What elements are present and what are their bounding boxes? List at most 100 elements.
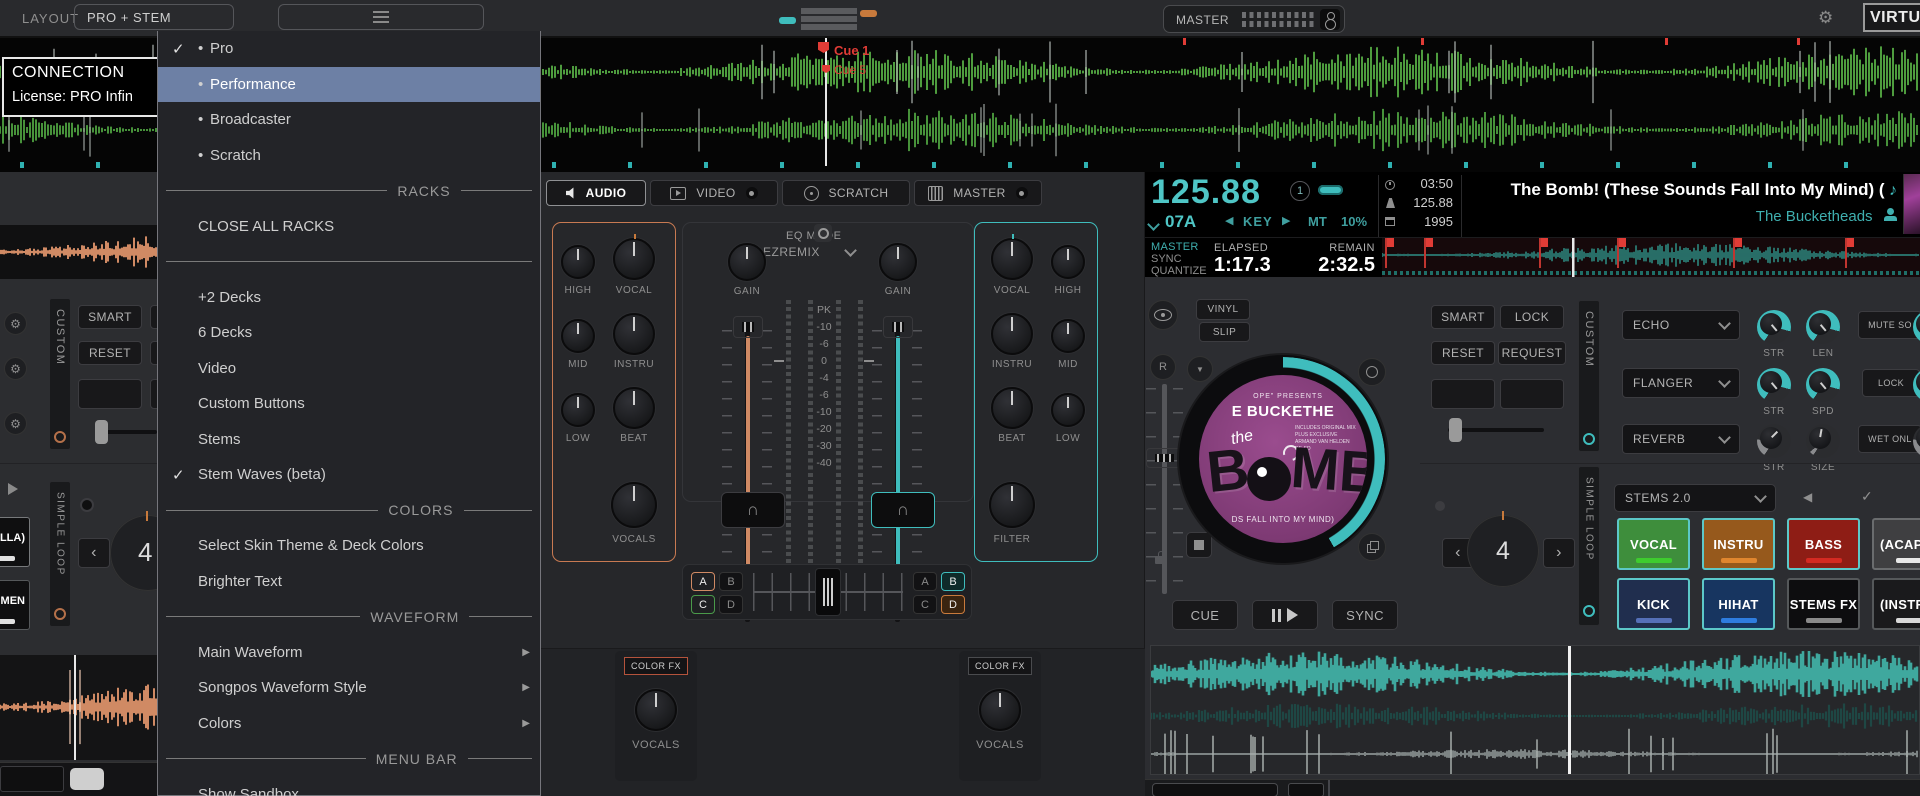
deck2-fx-slider-track[interactable]: [1448, 428, 1544, 432]
sync-button[interactable]: SYNC: [1332, 600, 1398, 630]
bottom-box[interactable]: [1152, 783, 1278, 796]
tab-video[interactable]: VIDEO: [650, 180, 778, 206]
deck2-eq-mid-knob[interactable]: [1051, 319, 1085, 353]
deck2-custom-tab[interactable]: CUSTOM: [1578, 300, 1600, 452]
deck2-headphone-cue-button[interactable]: ∩: [871, 492, 935, 528]
deck2-pad-button[interactable]: [1431, 379, 1495, 409]
fx2-mode-button[interactable]: LOCK: [1862, 369, 1920, 397]
deck2-simple-loop-tab[interactable]: SIMPLE LOOP: [1578, 466, 1600, 626]
deck1-pad-button[interactable]: [78, 379, 142, 409]
menu-item-performance[interactable]: •Performance: [158, 67, 540, 103]
xfader-assign-c-right[interactable]: C: [913, 595, 937, 614]
menu-item-stem-waves[interactable]: ✓Stem Waves (beta): [158, 457, 540, 493]
deck1-fx-slider-handle[interactable]: [95, 420, 108, 444]
deck2-loop-double-button[interactable]: ›: [1543, 538, 1575, 568]
eye-view-button[interactable]: [1148, 300, 1178, 330]
menu-item-songpos-waveform-style[interactable]: Songpos Waveform Style▶: [158, 670, 540, 706]
play-pause-button[interactable]: [1252, 600, 1318, 630]
menu-item-brighter-text[interactable]: Brighter Text: [158, 564, 540, 600]
deck2-eq-low-knob[interactable]: [1051, 393, 1085, 427]
deck2-smart-button[interactable]: SMART: [1431, 305, 1495, 329]
fx2-strength-knob[interactable]: [1757, 368, 1791, 402]
deck1-colorfx-select[interactable]: COLOR FX: [624, 657, 688, 675]
key-chevron-icon[interactable]: [1149, 216, 1158, 234]
copy-stack-button[interactable]: [1358, 533, 1386, 561]
master-volume-box[interactable]: MASTER: [1163, 5, 1345, 33]
menu-item-broadcaster[interactable]: •Broadcaster: [158, 102, 540, 138]
xfader-assign-c-left[interactable]: C: [691, 595, 715, 614]
deck2-fx-slider-handle[interactable]: [1449, 418, 1462, 442]
deck2-stem-instru-knob[interactable]: [991, 313, 1033, 355]
settings-gear-icon[interactable]: ⚙: [1818, 8, 1833, 28]
fx3-mode-button[interactable]: WET ONL: [1858, 425, 1920, 453]
vinyl-disc-button[interactable]: [1358, 358, 1386, 386]
pitch-range-button[interactable]: R: [1150, 354, 1176, 380]
stop-button[interactable]: [1186, 532, 1212, 558]
dj-person-icon[interactable]: [1883, 208, 1897, 221]
menu-item-video[interactable]: Video: [158, 351, 540, 387]
menu-item-stems[interactable]: Stems: [158, 422, 540, 458]
deck1-stem-button-acapella[interactable]: ELLA): [0, 517, 30, 567]
pads-gear-icon[interactable]: ⚙: [4, 357, 27, 380]
pitch-percent[interactable]: 10%: [1341, 214, 1367, 229]
deck1-stem-vocal-knob[interactable]: [613, 238, 655, 280]
deck2-request-button[interactable]: REQUEST: [1498, 341, 1566, 365]
stem-button-vocal[interactable]: VOCAL: [1617, 518, 1690, 570]
deck2-colorfx-knob[interactable]: [979, 689, 1021, 731]
menu-item-close-all-racks[interactable]: CLOSE ALL RACKS: [158, 209, 540, 245]
layout-select[interactable]: PRO + STEM: [74, 4, 234, 30]
deck1-stem-instru-knob[interactable]: [613, 313, 655, 355]
speaker-icon[interactable]: [1320, 9, 1340, 30]
deck1-eq-high-knob[interactable]: [561, 245, 595, 279]
bottom-box-2[interactable]: [1288, 783, 1324, 796]
xfader-assign-d-right[interactable]: D: [941, 595, 965, 614]
deck1-reset-button[interactable]: RESET: [78, 341, 142, 365]
deck2-reset-button[interactable]: RESET: [1431, 341, 1495, 365]
deck1-eq-mid-knob[interactable]: [561, 319, 595, 353]
cue-button[interactable]: CUE: [1172, 600, 1238, 630]
tab-audio[interactable]: AUDIO: [546, 180, 646, 206]
fx1-length-knob[interactable]: [1806, 310, 1840, 344]
music-note-icon[interactable]: ♪: [1889, 182, 1897, 199]
deck2-filter-knob[interactable]: [989, 482, 1035, 528]
xfader-assign-b-right[interactable]: B: [941, 572, 965, 591]
deck1-fx-slider-track[interactable]: [95, 430, 157, 434]
menu-item-custom-buttons[interactable]: Custom Buttons: [158, 386, 540, 422]
deck1-colorfx-knob[interactable]: [635, 689, 677, 731]
deck1-stem-button-instrumental[interactable]: UMEN: [0, 580, 30, 630]
tab-scratch[interactable]: SCRATCH: [782, 180, 910, 206]
deck2-stem-vocal-knob[interactable]: [991, 238, 1033, 280]
fx1-strength-knob[interactable]: [1757, 310, 1791, 344]
menu-item-show-sandbox[interactable]: Show Sandbox: [158, 777, 540, 796]
deck1-loop-half-button[interactable]: ‹: [78, 538, 110, 568]
slip-mode-button[interactable]: SLIP: [1199, 322, 1250, 342]
deck1-songpos-waveform[interactable]: [0, 655, 157, 760]
mt-label[interactable]: MT: [1308, 214, 1327, 229]
deck1-bottom-box[interactable]: [0, 766, 64, 792]
menu-item-select-skin-theme[interactable]: Select Skin Theme & Deck Colors: [158, 528, 540, 564]
xfader-assign-a-left[interactable]: A: [691, 572, 715, 591]
stem-button-kick[interactable]: KICK: [1617, 578, 1690, 630]
menu-item-colors[interactable]: Colors▶: [158, 706, 540, 742]
deck2-volume-fader-grip[interactable]: [883, 316, 913, 338]
monitor-icon[interactable]: [814, 224, 832, 242]
key-prev-icon[interactable]: ◀: [1225, 214, 1233, 227]
deck1-scroll-handle[interactable]: [70, 768, 104, 790]
deck1-smart-button[interactable]: SMART: [78, 305, 142, 329]
deck1-eq-low-knob[interactable]: [561, 393, 595, 427]
fx2-select[interactable]: FLANGER: [1622, 368, 1740, 398]
fx1-mode-button[interactable]: MUTE SO: [1858, 311, 1920, 339]
track-artist[interactable]: The Bucketheads: [1756, 208, 1873, 225]
deck2-bpm[interactable]: 125.88: [1151, 173, 1261, 212]
deck1-stem-beat-knob[interactable]: [613, 387, 655, 429]
deck1-vocals-knob[interactable]: [611, 482, 657, 528]
xfader-assign-a-right[interactable]: A: [913, 572, 937, 591]
pads-gear-icon[interactable]: ⚙: [4, 412, 27, 435]
deck2-stems-waveform[interactable]: [1150, 645, 1920, 775]
menu-item-pro[interactable]: ✓•Pro: [158, 31, 540, 67]
fx2-speed-knob[interactable]: [1806, 368, 1840, 402]
menu-item-6-decks[interactable]: 6 Decks: [158, 315, 540, 351]
crossfader-grip[interactable]: [815, 568, 841, 616]
key-next-icon[interactable]: ▶: [1282, 214, 1290, 227]
deck2-key[interactable]: 07A: [1165, 212, 1196, 232]
